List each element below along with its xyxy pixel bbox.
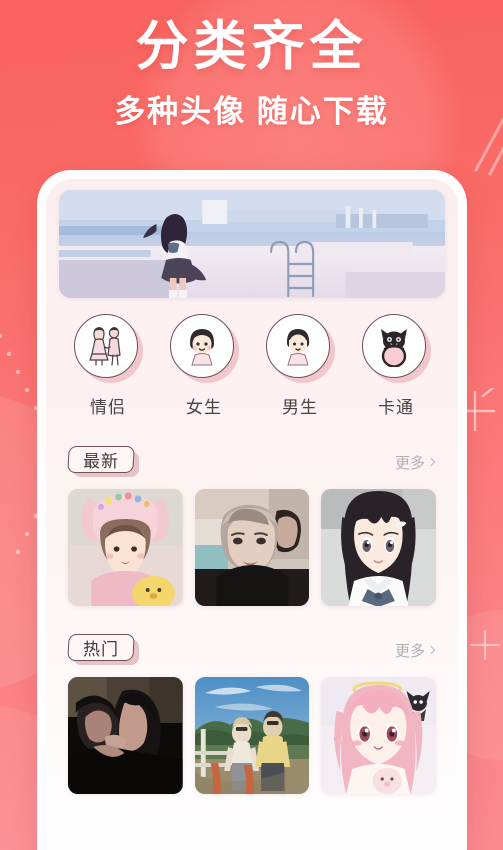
- category-icon-wrap: [74, 314, 143, 383]
- boy-icon: [287, 329, 310, 366]
- hero-banner-artwork: [59, 190, 445, 298]
- section-tag-label: 最新: [83, 452, 119, 471]
- category-label: 情侣: [90, 398, 126, 417]
- section-tag-label: 热门: [83, 640, 119, 659]
- category-label: 男生: [282, 398, 318, 417]
- more-link-latest[interactable]: 更多: [395, 452, 436, 473]
- category-circle: [170, 314, 234, 378]
- category-label: 女生: [186, 398, 222, 417]
- category-icon-wrap: [266, 314, 335, 383]
- more-label: 更多: [394, 642, 425, 660]
- thumbnail-item[interactable]: [194, 489, 310, 606]
- chevron-right-icon: [426, 457, 436, 466]
- thumbnail-item[interactable]: [321, 677, 436, 794]
- category-item-couple[interactable]: 情侣: [68, 314, 148, 418]
- thumbnail-item[interactable]: [194, 677, 310, 794]
- plus-decoration-right-lower: [469, 629, 501, 661]
- category-circle: [362, 314, 426, 378]
- section-header: 最新 更多: [67, 446, 436, 478]
- hero-banner[interactable]: [59, 190, 445, 298]
- category-icon-wrap: [170, 314, 239, 383]
- section-header: 热门 更多: [67, 634, 436, 666]
- girl-icon: [190, 329, 214, 366]
- thumbnail-item[interactable]: [321, 489, 436, 606]
- category-circle: [266, 314, 330, 378]
- section-tag-wrap: 最新: [67, 446, 140, 478]
- category-label: 卡通: [378, 398, 414, 417]
- promo-headline-block: 分类齐全 多种头像 随心下载: [0, 0, 503, 130]
- section-latest: 最新 更多: [59, 446, 445, 606]
- category-item-girl[interactable]: 女生: [164, 314, 244, 418]
- app-screen: 情侣 女生 男生 卡通 最新 更多 热门 更多: [46, 179, 458, 850]
- thumbnail-artwork: [321, 489, 436, 606]
- thumbnail-artwork: [68, 677, 183, 794]
- couple-icon: [89, 327, 121, 366]
- category-item-cartoon[interactable]: 卡通: [356, 314, 436, 418]
- thumbnail-grid-popular: [68, 677, 436, 794]
- thumbnail-grid-latest: [68, 489, 436, 606]
- category-icon-wrap: [362, 314, 431, 383]
- thumbnail-item[interactable]: [68, 489, 183, 606]
- more-link-popular[interactable]: 更多: [395, 640, 436, 661]
- thumbnail-artwork: [321, 677, 436, 794]
- phone-mockup: 情侣 女生 男生 卡通 最新 更多 热门 更多: [37, 170, 467, 850]
- category-item-boy[interactable]: 男生: [260, 314, 340, 418]
- thumbnail-artwork: [68, 489, 183, 606]
- section-tag-latest: 最新: [67, 446, 135, 473]
- more-label: 更多: [394, 454, 425, 472]
- chevron-right-icon: [426, 645, 436, 654]
- thumbnail-artwork: [194, 677, 310, 794]
- promo-subheadline: 多种头像 随心下载: [114, 93, 389, 129]
- promo-screenshot: 分类齐全 多种头像 随心下载 情侣 女生 男生 卡通 最新 更多 热门 更多: [0, 0, 503, 850]
- category-list: 情侣 女生 男生 卡通: [59, 298, 445, 418]
- promo-headline: 分类齐全: [135, 17, 368, 76]
- thumbnail-item[interactable]: [68, 677, 183, 794]
- category-circle: [74, 314, 138, 378]
- cartoon-totoro-icon: [381, 329, 407, 367]
- thumbnail-artwork: [194, 489, 310, 606]
- section-popular: 热门 更多: [59, 634, 445, 794]
- section-tag-popular: 热门: [67, 634, 135, 661]
- section-tag-wrap: 热门: [67, 634, 140, 666]
